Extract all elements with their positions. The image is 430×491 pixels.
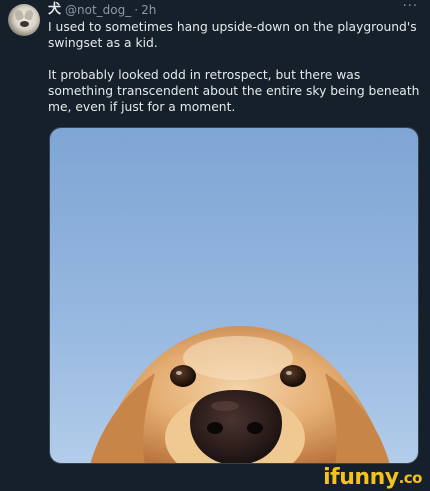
ifunny-watermark: ifunny.co [323,466,422,490]
user-handle[interactable]: @not_dog_ [65,1,131,19]
watermark-text: ifunny [323,465,399,490]
dog-ear-right [23,8,35,22]
more-options-icon[interactable]: ··· [403,0,418,14]
watermark-suffix: .co [398,469,423,487]
dog-photo [50,128,418,463]
separator-dot: · [134,3,139,17]
timestamp[interactable]: 2h [141,1,156,19]
tweet-paragraph: I used to sometimes hang upside-down on … [48,20,417,50]
tweet-paragraph: It probably looked odd in retrospect, bu… [48,68,420,114]
tweet-card[interactable]: 犬 @not_dog_ · 2h ··· I used to sometimes… [0,0,430,471]
display-name[interactable]: 犬 [48,1,61,19]
tweet-text: I used to sometimes hang upside-down on … [48,19,420,131]
tweet-header: 犬 @not_dog_ · 2h [48,1,156,19]
dog-ear-left [13,8,25,22]
tweet-media-image[interactable] [49,127,419,464]
dog-snout [20,21,29,27]
avatar[interactable] [8,4,40,36]
